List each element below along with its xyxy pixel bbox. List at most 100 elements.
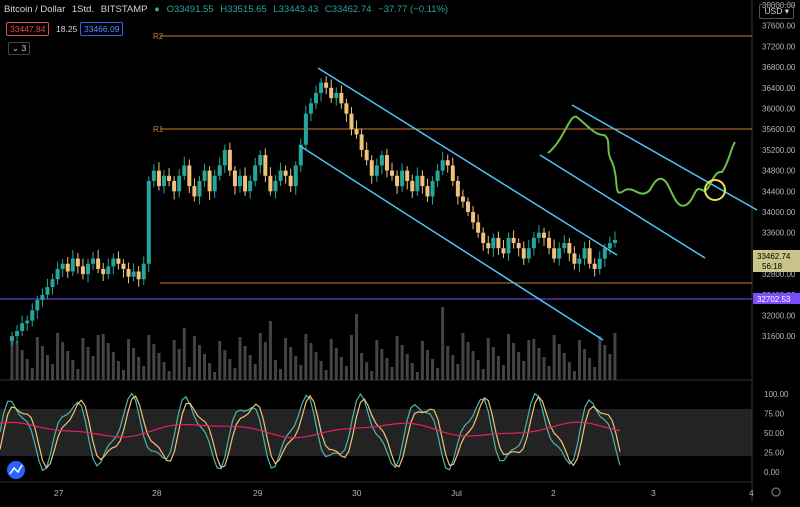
candle-body[interactable] <box>344 103 349 114</box>
candle-body[interactable] <box>476 222 481 233</box>
candle-body[interactable] <box>481 232 486 244</box>
candle-body[interactable] <box>303 113 308 145</box>
candle-body[interactable] <box>202 170 207 181</box>
candle-body[interactable] <box>374 165 379 176</box>
gear-icon[interactable] <box>771 487 781 497</box>
symbol-name[interactable]: Bitcoin / Dollar <box>4 4 65 15</box>
candle-body[interactable] <box>177 175 182 192</box>
candle-body[interactable] <box>258 155 263 166</box>
candle-body[interactable] <box>156 170 161 187</box>
candle-body[interactable] <box>334 92 339 99</box>
candle-body[interactable] <box>536 232 541 238</box>
candle-body[interactable] <box>562 243 567 249</box>
candle-body[interactable] <box>227 149 232 171</box>
candle-body[interactable] <box>369 160 374 176</box>
candle-body[interactable] <box>268 175 273 192</box>
candle-body[interactable] <box>314 92 318 104</box>
candle-body[interactable] <box>111 258 116 267</box>
candle-body[interactable] <box>40 294 45 300</box>
candle-body[interactable] <box>379 155 384 166</box>
candle-body[interactable] <box>141 263 146 280</box>
candle-body[interactable] <box>445 160 450 166</box>
candle-body[interactable] <box>435 170 440 181</box>
candlestick-series[interactable] <box>10 76 617 346</box>
candle-body[interactable] <box>582 248 587 259</box>
candle-body[interactable] <box>531 237 536 249</box>
candle-body[interactable] <box>587 248 592 264</box>
candle-body[interactable] <box>25 320 30 324</box>
candle-body[interactable] <box>162 175 166 187</box>
candle-body[interactable] <box>557 248 562 259</box>
candle-body[interactable] <box>50 279 55 288</box>
candle-body[interactable] <box>75 258 80 267</box>
candle-body[interactable] <box>339 92 344 104</box>
candle-body[interactable] <box>450 165 455 181</box>
candle-body[interactable] <box>324 82 329 88</box>
candle-body[interactable] <box>45 287 50 295</box>
candle-body[interactable] <box>491 237 496 249</box>
candle-body[interactable] <box>248 180 253 192</box>
candle-body[interactable] <box>80 266 85 275</box>
candle-body[interactable] <box>101 268 106 275</box>
candle-body[interactable] <box>486 243 491 249</box>
candle-body[interactable] <box>283 170 288 176</box>
candle-body[interactable] <box>126 268 131 277</box>
candle-body[interactable] <box>116 258 121 264</box>
candle-body[interactable] <box>106 266 111 275</box>
candle-body[interactable] <box>172 180 177 192</box>
candle-body[interactable] <box>440 160 445 171</box>
candle-body[interactable] <box>293 165 298 187</box>
candle-body[interactable] <box>410 180 415 192</box>
candle-body[interactable] <box>506 237 511 254</box>
candle-body[interactable] <box>567 243 572 254</box>
candle-body[interactable] <box>547 237 552 249</box>
candle-body[interactable] <box>217 165 222 176</box>
candle-body[interactable] <box>308 103 313 114</box>
candle-body[interactable] <box>501 248 506 254</box>
candle-body[interactable] <box>395 175 400 187</box>
candle-body[interactable] <box>364 149 369 161</box>
candle-body[interactable] <box>243 175 248 192</box>
candle-body[interactable] <box>146 180 151 264</box>
candle-body[interactable] <box>30 310 35 321</box>
candle-body[interactable] <box>278 170 283 181</box>
candle-body[interactable] <box>91 258 96 264</box>
candle-body[interactable] <box>253 165 258 181</box>
candle-body[interactable] <box>65 263 70 272</box>
candle-body[interactable] <box>319 82 324 93</box>
candle-body[interactable] <box>20 323 25 332</box>
candle-body[interactable] <box>354 129 359 135</box>
candle-body[interactable] <box>15 331 20 337</box>
candle-body[interactable] <box>263 155 268 176</box>
candle-body[interactable] <box>597 258 602 269</box>
candle-body[interactable] <box>60 263 65 269</box>
candle-body[interactable] <box>521 248 526 259</box>
candle-body[interactable] <box>602 248 607 259</box>
candle-body[interactable] <box>612 239 617 244</box>
candle-body[interactable] <box>405 170 410 181</box>
candle-body[interactable] <box>400 170 405 187</box>
candle-body[interactable] <box>430 180 435 197</box>
candle-body[interactable] <box>592 263 597 269</box>
candle-body[interactable] <box>471 212 476 223</box>
candle-body[interactable] <box>96 258 101 269</box>
candle-body[interactable] <box>607 243 612 249</box>
oscillator-axis[interactable]: 100.00 75.00 50.00 25.00 0.00 <box>764 390 789 477</box>
candle-body[interactable] <box>131 271 136 277</box>
candle-body[interactable] <box>496 237 501 249</box>
candle-body[interactable] <box>349 113 354 130</box>
time-axis[interactable]: 27 28 29 30 Jul 2 3 4 <box>54 488 754 498</box>
candle-body[interactable] <box>222 149 227 166</box>
candle-body[interactable] <box>273 180 278 192</box>
candle-body[interactable] <box>384 155 389 171</box>
candle-body[interactable] <box>542 232 546 238</box>
candle-body[interactable] <box>420 175 425 187</box>
candle-body[interactable] <box>329 87 334 99</box>
candle-body[interactable] <box>197 180 202 197</box>
candle-body[interactable] <box>526 248 531 259</box>
candle-body[interactable] <box>460 196 465 202</box>
price-axis[interactable]: 38000.0037600.0037200.0036800.0036400.00… <box>762 1 796 341</box>
candle-body[interactable] <box>552 248 557 259</box>
candle-body[interactable] <box>455 180 460 197</box>
candle-body[interactable] <box>390 170 394 176</box>
